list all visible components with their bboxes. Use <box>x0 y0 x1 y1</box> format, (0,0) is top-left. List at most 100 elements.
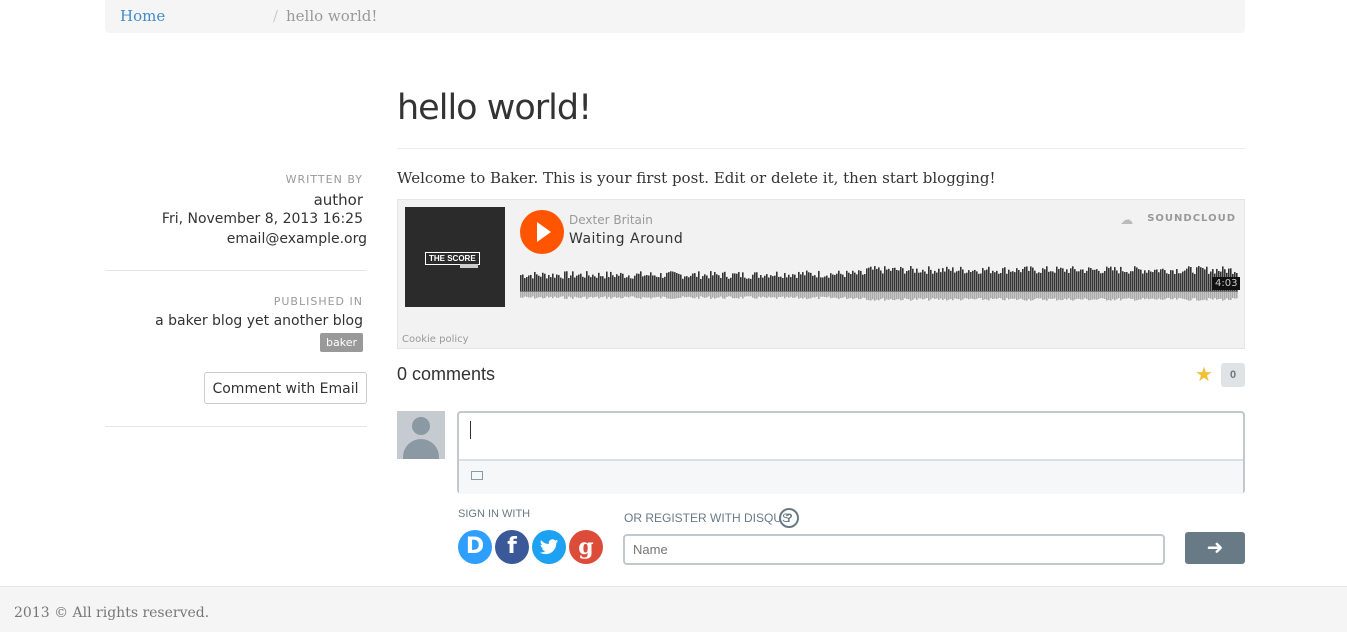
waveform-bar <box>792 274 794 291</box>
submit-button[interactable]: ➜ <box>1185 532 1245 564</box>
waveform-bar <box>714 272 716 291</box>
author-email[interactable]: email@example.org <box>227 231 367 247</box>
waveform-reflection-bar <box>1018 292 1020 300</box>
waveform-bar <box>1006 273 1008 291</box>
breadcrumb-home-link[interactable]: Home <box>120 0 165 33</box>
waveform-reflection-bar <box>1198 292 1200 301</box>
waveform-reflection-bar <box>580 292 582 299</box>
waveform-bar <box>632 278 634 291</box>
waveform-reflection-bar <box>712 292 714 298</box>
tag-badge[interactable]: baker <box>320 333 363 352</box>
waveform-reflection-bar <box>1046 292 1048 301</box>
waveform-bar <box>1154 269 1156 291</box>
waveform-bar <box>1116 270 1118 291</box>
waveform-bar <box>806 270 808 291</box>
waveform-bar <box>538 275 540 291</box>
name-input[interactable] <box>623 534 1165 565</box>
waveform-bar <box>544 273 546 291</box>
facebook-login-button[interactable]: f <box>495 530 529 564</box>
waveform-reflection-bar <box>528 292 530 298</box>
play-button[interactable] <box>520 210 564 254</box>
star-icon[interactable]: ★ <box>1195 362 1213 387</box>
waveform-bar <box>976 271 978 291</box>
waveform-reflection-bar <box>938 292 940 300</box>
waveform-bar <box>1036 273 1038 291</box>
sidebar-divider <box>105 270 367 271</box>
waveform-reflection-bar <box>830 292 832 299</box>
waveform-bar <box>666 272 668 291</box>
waveform-reflection-bar <box>852 292 854 300</box>
waveform-bar <box>1152 272 1154 291</box>
waveform-bar <box>620 272 622 291</box>
waveform-reflection-bar <box>1070 292 1072 300</box>
waveform-reflection-bar <box>606 292 608 299</box>
waveform-bar <box>586 271 588 291</box>
waveform-reflection-bar <box>1086 292 1088 300</box>
waveform-bar <box>728 278 730 291</box>
comments-count[interactable]: 0 comments <box>397 364 495 385</box>
waveform-reflection-bar <box>724 292 726 299</box>
track-title[interactable]: Waiting Around <box>569 231 683 247</box>
waveform-reflection-bar <box>992 292 994 300</box>
waveform-reflection-bar <box>840 292 842 299</box>
waveform-reflection-bar <box>988 292 990 301</box>
comment-with-email-button[interactable]: Comment with Email <box>204 372 367 404</box>
disqus-login-button[interactable]: D <box>458 530 492 564</box>
waveform-bar <box>524 278 526 291</box>
twitter-login-button[interactable] <box>532 530 566 564</box>
waveform-bar <box>668 272 670 291</box>
waveform-bar <box>812 275 814 291</box>
waveform-reflection-bar <box>832 292 834 298</box>
waveform-reflection-bar <box>730 292 732 297</box>
waveform-bar <box>1094 269 1096 291</box>
waveform-bar <box>886 269 888 291</box>
waveform-bar <box>1164 270 1166 291</box>
waveform-reflection-bar <box>902 292 904 300</box>
waveform-bar <box>560 277 562 291</box>
help-icon[interactable]: ? <box>779 508 799 528</box>
google-login-button[interactable]: g <box>569 530 603 564</box>
waveform-bar <box>554 277 556 291</box>
waveform-bar <box>618 275 620 291</box>
waveform-bar <box>1012 271 1014 291</box>
waveform-bar <box>594 276 596 291</box>
waveform-reflection-bar <box>610 292 612 299</box>
waveform-reflection-bar <box>626 292 628 297</box>
waveform-bar <box>1112 270 1114 291</box>
waveform-bar <box>1198 266 1200 291</box>
waveform-reflection-bar <box>776 292 778 299</box>
waveform-bar <box>880 270 882 291</box>
waveform-reflection-bar <box>868 292 870 301</box>
waveform-reflection-bar <box>654 292 656 298</box>
waveform-bar <box>600 276 602 291</box>
waveform-bar <box>570 275 572 291</box>
avatar-body <box>403 439 439 459</box>
image-icon[interactable] <box>471 471 483 480</box>
album-artwork[interactable]: THE SCORE <box>405 207 505 307</box>
blog-link[interactable]: a baker blog yet another blog <box>155 313 363 329</box>
waveform-reflection-bar <box>642 292 644 298</box>
waveform-reflection-bar <box>592 292 594 298</box>
waveform-reflection-bar <box>1096 292 1098 300</box>
soundcloud-brand[interactable]: ☁ SOUNDCLOUD <box>1120 213 1236 228</box>
waveform-bar <box>1122 271 1124 291</box>
waveform-bar <box>924 271 926 291</box>
waveform-bar <box>614 277 616 291</box>
waveform-bar <box>1202 267 1204 291</box>
waveform-reflection-bar <box>736 292 738 299</box>
cookie-policy-link[interactable]: Cookie policy <box>402 334 469 345</box>
waveform-reflection-bar <box>1146 292 1148 299</box>
waveform-bar <box>1034 270 1036 291</box>
waveform-bar <box>634 275 636 291</box>
waveform-reflection-bar <box>984 292 986 300</box>
waveform-reflection-bar <box>652 292 654 298</box>
comment-input[interactable] <box>459 413 1243 458</box>
waveform[interactable] <box>520 264 1238 306</box>
waveform-bar <box>930 269 932 291</box>
waveform-bar <box>636 273 638 291</box>
waveform-reflection-bar <box>886 292 888 300</box>
waveform-bar <box>906 271 908 291</box>
waveform-bar <box>1190 267 1192 291</box>
track-artist[interactable]: Dexter Britain <box>569 213 653 227</box>
author-name[interactable]: author <box>314 191 363 209</box>
